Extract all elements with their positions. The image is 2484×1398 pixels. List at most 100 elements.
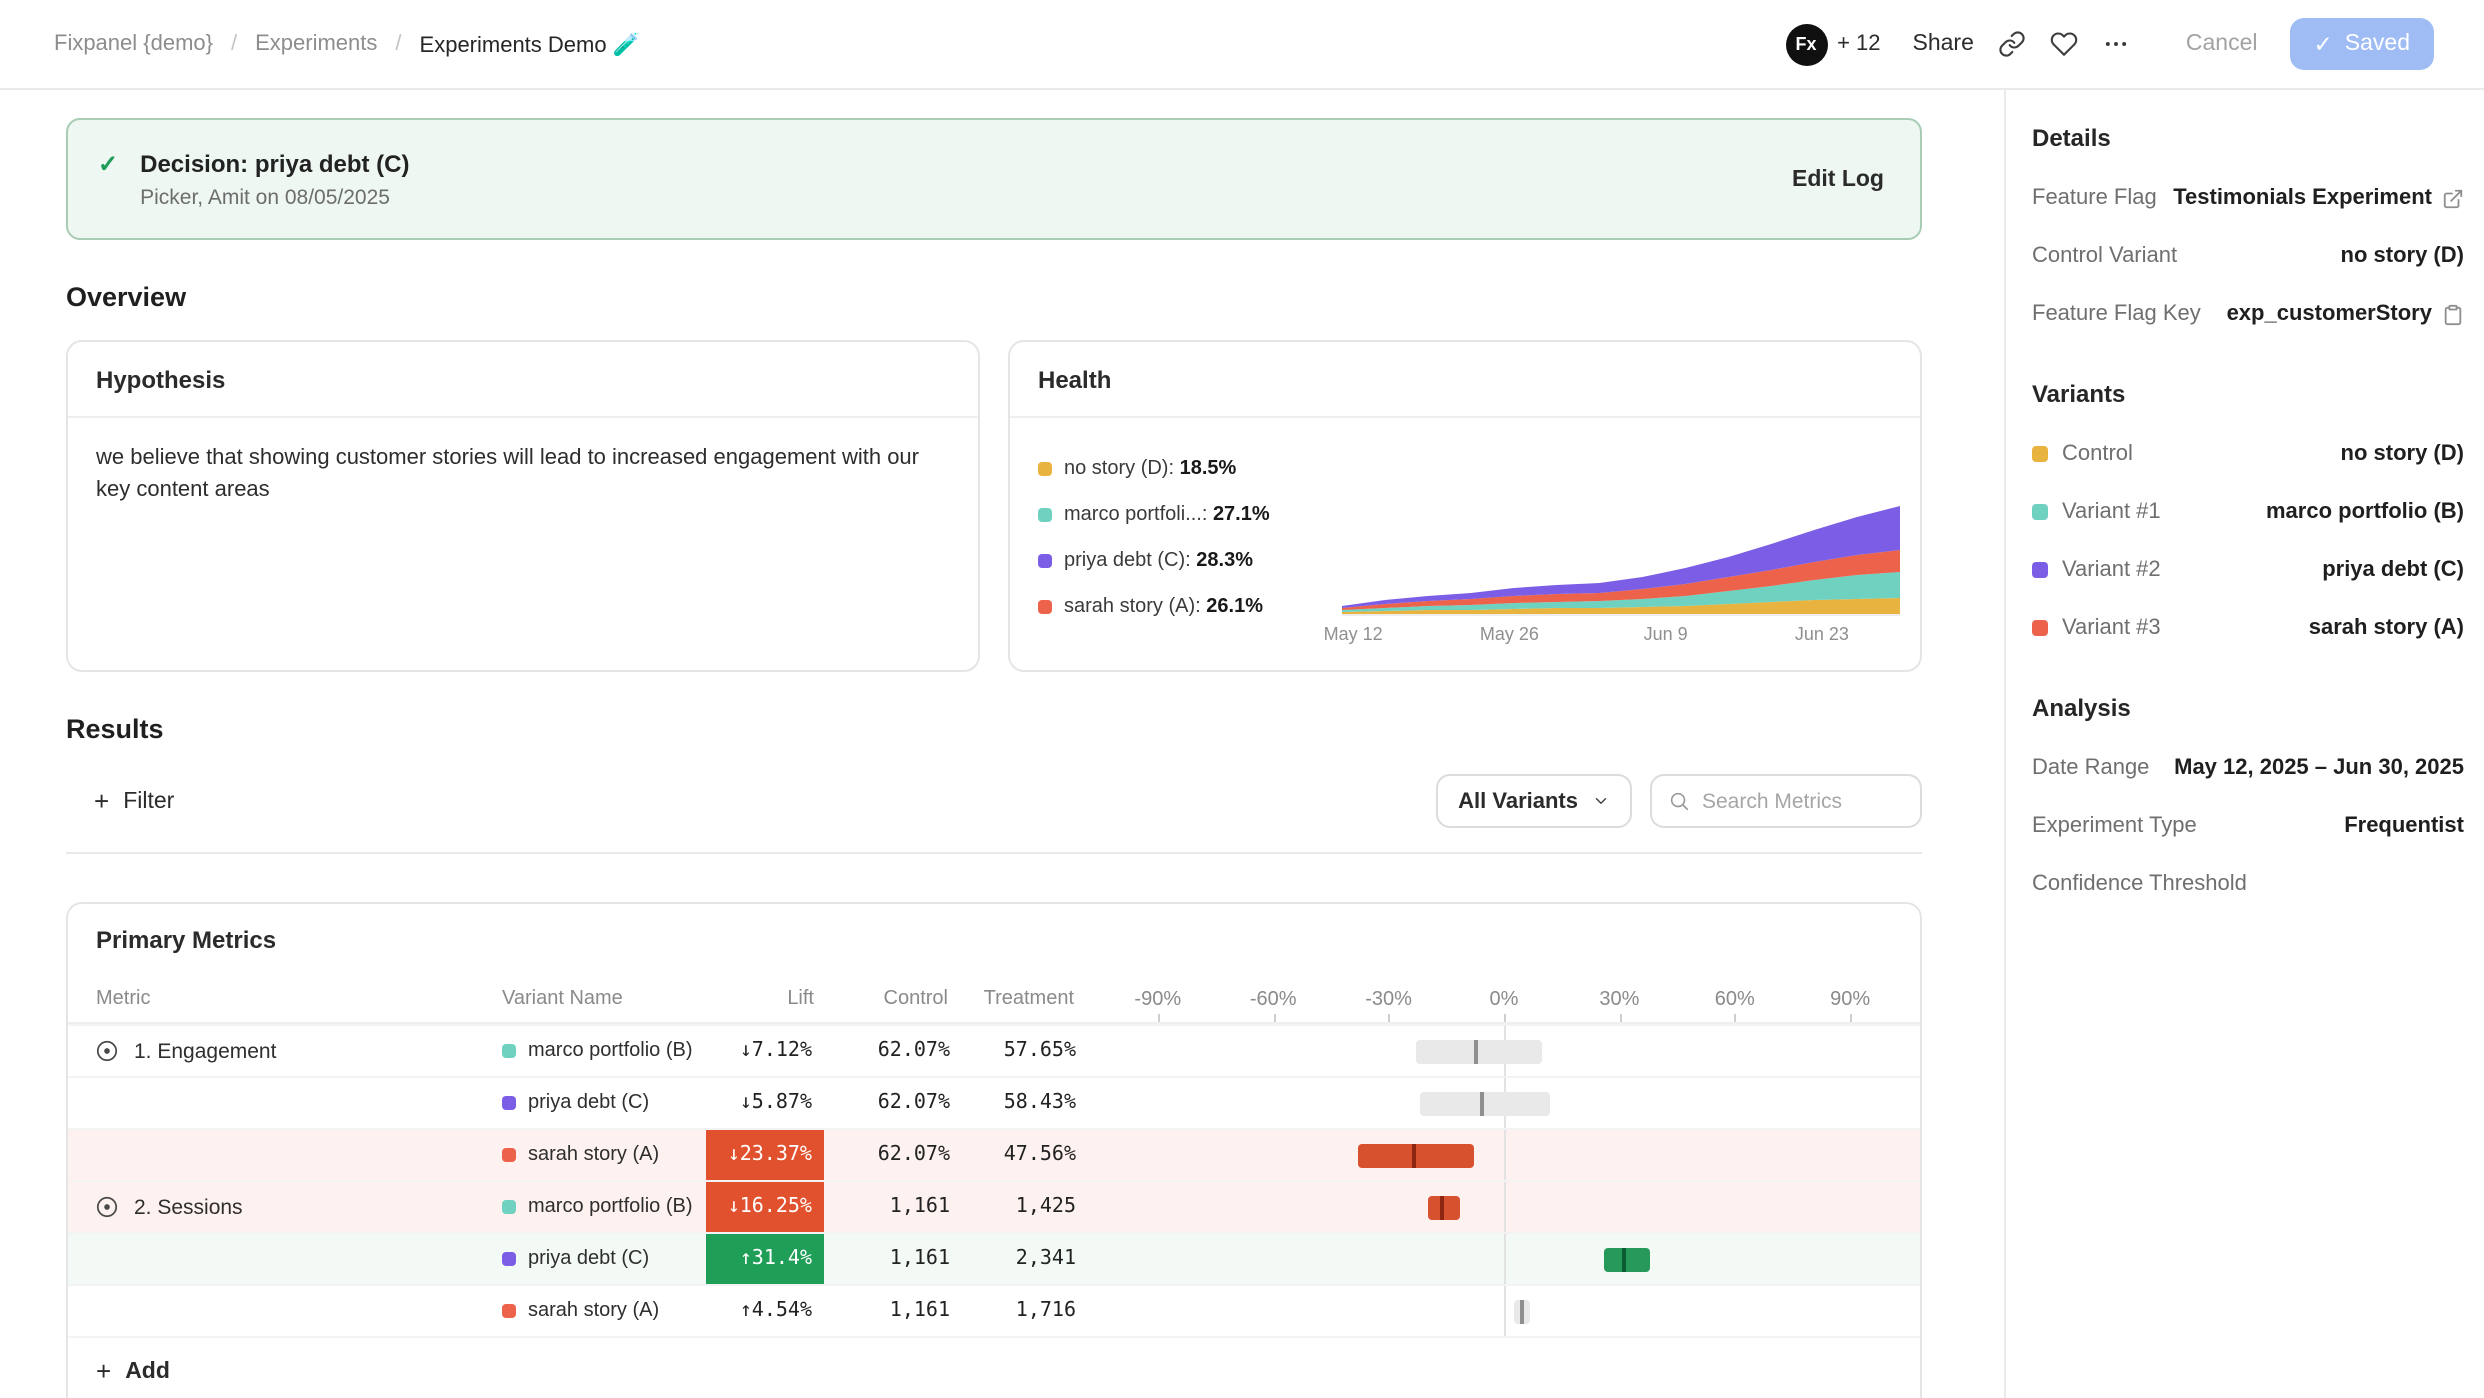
saved-button[interactable]: ✓Saved xyxy=(2290,18,2435,70)
breadcrumb-item[interactable]: Experiments xyxy=(255,32,377,56)
app: Fixpanel {demo}/Experiments/Experiments … xyxy=(0,0,2484,1398)
sidebar-label: Confidence Threshold xyxy=(2032,872,2247,896)
sidebar-row: Confidence Threshold xyxy=(2032,872,2464,896)
variant-swatch xyxy=(502,1304,516,1318)
sidebar-value: May 12, 2025 – Jun 30, 2025 xyxy=(2174,756,2464,780)
edit-log-button[interactable]: Edit Log xyxy=(1792,167,1884,191)
variant-cell: priya debt (C) xyxy=(494,1248,706,1270)
target-icon xyxy=(94,1194,120,1220)
legend-swatch xyxy=(1038,508,1052,522)
sidebar-value: no story (D) xyxy=(2341,442,2464,466)
variant-swatch xyxy=(2032,620,2048,636)
results-toolbar: +Filter All Variants xyxy=(66,774,1922,828)
sidebar-value: exp_customerStory xyxy=(2227,302,2464,326)
legend-item[interactable]: priya debt (C): 28.3% xyxy=(1038,550,1342,572)
health-legend: no story (D): 18.5% marco portfoli...: 27… xyxy=(1038,442,1342,644)
control-value: 62.07% xyxy=(824,1092,958,1114)
median-tick xyxy=(1475,1039,1479,1063)
legend-item[interactable]: sarah story (A): 26.1% xyxy=(1038,596,1342,618)
median-tick xyxy=(1439,1195,1443,1219)
main-content: ✓ Decision: priya debt (C) Picker, Amit … xyxy=(0,90,2004,1398)
sidebar-row: Variant #3 sarah story (A) xyxy=(2032,616,2464,640)
sidebar-value: priya debt (C) xyxy=(2322,558,2464,582)
results-controls: All Variants xyxy=(1436,774,1922,828)
decision-title: Decision: priya debt (C) xyxy=(140,149,409,177)
variant-swatch xyxy=(2032,562,2048,578)
sidebar-row: Variant #2 priya debt (C) xyxy=(2032,558,2464,582)
table-row[interactable]: priya debt (C)↓5.87%62.07%58.43% xyxy=(68,1076,1920,1128)
table-row[interactable]: priya debt (C)↑31.4%1,1612,341 xyxy=(68,1232,1920,1284)
confidence-interval-bar xyxy=(1604,1247,1650,1271)
variant-swatch xyxy=(2032,504,2048,520)
legend-swatch xyxy=(1038,600,1052,614)
collaborators-count[interactable]: + 12 xyxy=(1837,32,1880,56)
legend-label: no story (D): 18.5% xyxy=(1064,458,1236,480)
table-row[interactable]: 1. Engagementmarco portfolio (B)↓7.12%62… xyxy=(68,1024,1920,1076)
search-input[interactable] xyxy=(1702,789,1904,813)
more-icon[interactable] xyxy=(2102,30,2130,58)
treatment-value: 58.43% xyxy=(958,1092,1084,1114)
sidebar-label: Variant #2 xyxy=(2032,558,2161,582)
sidebar-value: no story (D) xyxy=(2341,244,2464,268)
sidebar-value: Frequentist xyxy=(2344,814,2464,838)
avatar[interactable]: Fx xyxy=(1785,23,1827,65)
confidence-interval-cell xyxy=(1084,1026,1920,1076)
add-metric-button[interactable]: +Add xyxy=(68,1336,1920,1398)
search-icon xyxy=(1668,790,1690,812)
hypothesis-body: we believe that showing customer stories… xyxy=(68,418,968,534)
treatment-value: 1,716 xyxy=(958,1300,1084,1322)
lift-value: ↓23.37% xyxy=(706,1130,824,1180)
col-metric: Metric xyxy=(68,988,494,1010)
sidebar-label: Variant #3 xyxy=(2032,616,2161,640)
median-tick xyxy=(1519,1299,1523,1323)
health-title: Health xyxy=(1010,342,1920,418)
table-row[interactable]: sarah story (A)↑4.54%1,1611,716 xyxy=(68,1284,1920,1336)
axis-tick-label: -30% xyxy=(1365,988,1412,1010)
legend-swatch xyxy=(1038,554,1052,568)
legend-item[interactable]: marco portfoli...: 27.1% xyxy=(1038,504,1342,526)
x-axis-label: May 26 xyxy=(1480,624,1539,644)
axis-tick-label: -90% xyxy=(1134,988,1181,1010)
lift-value: ↓5.87% xyxy=(706,1078,824,1128)
table-row[interactable]: sarah story (A)↓23.37%62.07%47.56% xyxy=(68,1128,1920,1180)
primary-metrics-title: Primary Metrics xyxy=(68,904,1920,976)
sidebar-row: Variant #1marco portfolio (B) xyxy=(2032,500,2464,524)
variants-dropdown[interactable]: All Variants xyxy=(1436,774,1632,828)
col-lift: Lift xyxy=(706,988,824,1010)
cancel-button[interactable]: Cancel xyxy=(2186,32,2258,56)
sidebar-row: Experiment TypeFrequentist xyxy=(2032,814,2464,838)
results-heading: Results xyxy=(66,714,1922,744)
sidebar-label: Date Range xyxy=(2032,756,2149,780)
search-box xyxy=(1650,774,1922,828)
control-value: 1,161 xyxy=(824,1196,958,1218)
filter-button[interactable]: +Filter xyxy=(94,786,174,816)
confidence-interval-bar xyxy=(1514,1299,1531,1323)
decision-banner: ✓ Decision: priya debt (C) Picker, Amit … xyxy=(66,118,1922,240)
variant-cell: sarah story (A) xyxy=(494,1300,706,1322)
top-bar: Fixpanel {demo}/Experiments/Experiments … xyxy=(0,0,2484,90)
check-icon: ✓ xyxy=(2314,30,2333,58)
table-row[interactable]: 2. Sessionsmarco portfolio (B)↓16.25%1,1… xyxy=(68,1180,1920,1232)
clipboard-icon[interactable] xyxy=(2442,303,2464,325)
external-link-icon[interactable] xyxy=(2442,187,2464,209)
details-sidebar: DetailsFeature FlagTestimonials Experime… xyxy=(2004,90,2484,1398)
link-icon[interactable] xyxy=(1998,30,2026,58)
confidence-interval-cell xyxy=(1084,1182,1920,1232)
health-body: no story (D): 18.5% marco portfoli...: 27… xyxy=(1010,418,1920,644)
sidebar-row: Controlno story (D) xyxy=(2032,442,2464,466)
legend-item[interactable]: no story (D): 18.5% xyxy=(1038,458,1342,480)
breadcrumb-item[interactable]: Fixpanel {demo} xyxy=(54,32,213,56)
heart-icon[interactable] xyxy=(2050,30,2078,58)
sidebar-section: AnalysisDate RangeMay 12, 2025 – Jun 30,… xyxy=(2032,694,2464,896)
control-value: 1,161 xyxy=(824,1248,958,1270)
legend-label: sarah story (A): 26.1% xyxy=(1064,596,1263,618)
variant-cell: marco portfolio (B) xyxy=(494,1196,706,1218)
sidebar-label: Feature Flag Key xyxy=(2032,302,2201,326)
sidebar-row: Control Variantno story (D) xyxy=(2032,244,2464,268)
sidebar-row: Feature FlagTestimonials Experiment xyxy=(2032,186,2464,210)
axis-tick-label: 30% xyxy=(1599,988,1639,1010)
share-button[interactable]: Share xyxy=(1913,32,1974,56)
breadcrumb-item[interactable]: Experiments Demo 🧪 xyxy=(420,31,641,57)
sidebar-value: sarah story (A) xyxy=(2309,616,2464,640)
control-value: 1,161 xyxy=(824,1300,958,1322)
